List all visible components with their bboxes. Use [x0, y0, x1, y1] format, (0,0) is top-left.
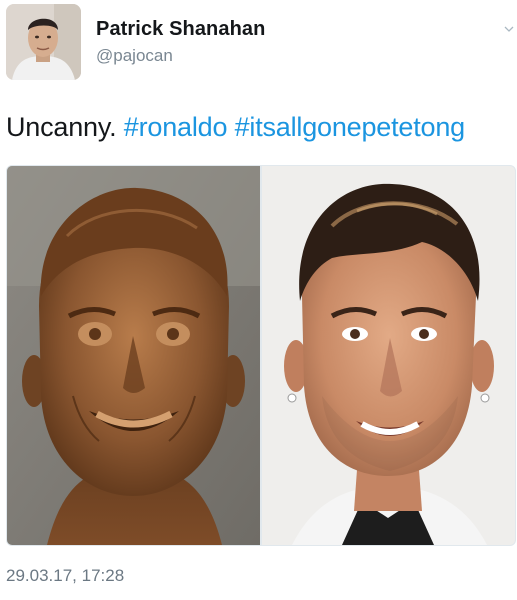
- hashtag-link[interactable]: #ronaldo: [124, 112, 228, 142]
- tweet-card: Patrick Shanahan @pajocan Uncanny. #rona…: [0, 0, 517, 600]
- hashtag-link[interactable]: #itsallgonepetetong: [235, 112, 466, 142]
- tweet-media[interactable]: [6, 165, 516, 546]
- bronze-bust-image: [7, 166, 260, 545]
- portrait-image: [262, 166, 515, 545]
- author-handle[interactable]: @pajocan: [96, 46, 173, 66]
- chevron-down-icon[interactable]: [504, 24, 514, 34]
- tweet-text: Uncanny. #ronaldo #itsallgonepetetong: [6, 112, 465, 143]
- author-name[interactable]: Patrick Shanahan: [96, 18, 265, 41]
- author-avatar[interactable]: [6, 4, 81, 80]
- avatar-image: [6, 4, 81, 80]
- tweet-timestamp[interactable]: 29.03.17, 17:28: [6, 566, 124, 586]
- portrait-photo[interactable]: [262, 166, 515, 545]
- bronze-bust-photo[interactable]: [7, 166, 260, 545]
- tweet-text-plain: Uncanny.: [6, 112, 117, 142]
